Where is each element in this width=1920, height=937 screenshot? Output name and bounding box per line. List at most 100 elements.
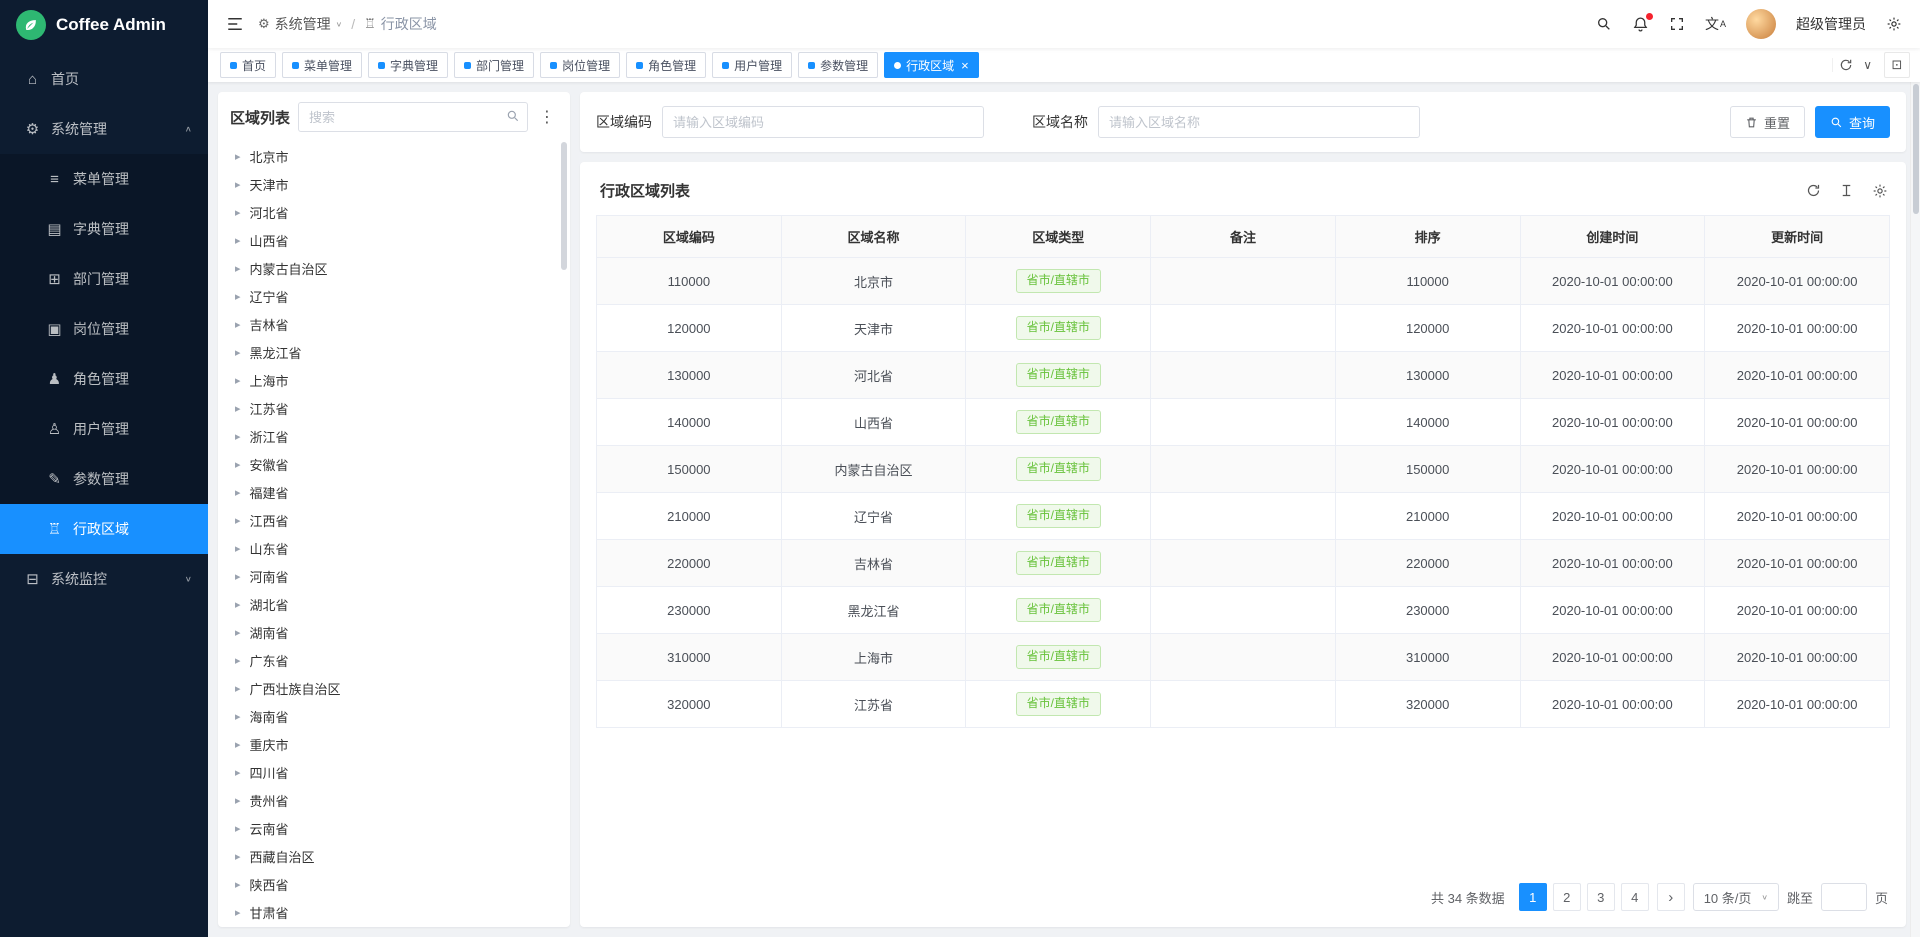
sidebar-item[interactable]: ⚙ 系统管理 ∧ — [0, 104, 208, 154]
sidebar-collapse-icon[interactable] — [226, 15, 244, 33]
tree-node[interactable]: ▸ 吉林省 — [218, 310, 570, 338]
page-scrollbar[interactable] — [1910, 82, 1920, 937]
table-row[interactable]: 150000 内蒙古自治区 省市/直辖市 150000 2020-10-01 0… — [597, 446, 1890, 493]
chevron-down-icon[interactable]: ∨ — [1863, 58, 1872, 72]
tree-node[interactable]: ▸ 河南省 — [218, 562, 570, 590]
caret-right-icon[interactable]: ▸ — [235, 178, 241, 191]
tree-node[interactable]: ▸ 浙江省 — [218, 422, 570, 450]
reset-button[interactable]: 重置 — [1730, 106, 1805, 138]
breadcrumb-item-system[interactable]: ⚙ 系统管理 ∨ — [258, 14, 342, 34]
scrollbar-thumb[interactable] — [1913, 84, 1919, 214]
tree-node[interactable]: ▸ 云南省 — [218, 814, 570, 842]
tree-node[interactable]: ▸ 江苏省 — [218, 394, 570, 422]
tree-node[interactable]: ▸ 广东省 — [218, 646, 570, 674]
table-row[interactable]: 310000 上海市 省市/直辖市 310000 2020-10-01 00:0… — [597, 634, 1890, 681]
username[interactable]: 超级管理员 — [1796, 14, 1866, 34]
sidebar-item[interactable]: ⊟ 系统监控 ∨ — [0, 554, 208, 604]
caret-right-icon[interactable]: ▸ — [235, 850, 241, 863]
caret-right-icon[interactable]: ▸ — [235, 794, 241, 807]
table-row[interactable]: 120000 天津市 省市/直辖市 120000 2020-10-01 00:0… — [597, 305, 1890, 352]
tree-node[interactable]: ▸ 福建省 — [218, 478, 570, 506]
tree-node[interactable]: ▸ 海南省 — [218, 702, 570, 730]
caret-right-icon[interactable]: ▸ — [235, 150, 241, 163]
caret-right-icon[interactable]: ▸ — [235, 710, 241, 723]
search-icon[interactable] — [1596, 16, 1612, 32]
tab[interactable]: 岗位管理 — [540, 52, 620, 78]
caret-right-icon[interactable]: ▸ — [235, 402, 241, 415]
refresh-icon[interactable] — [1839, 58, 1853, 72]
sidebar-item[interactable]: ♖ 行政区域 — [0, 504, 208, 554]
jump-page-input[interactable] — [1821, 883, 1867, 911]
tree-node[interactable]: ▸ 山东省 — [218, 534, 570, 562]
tree-node[interactable]: ▸ 甘肃省 — [218, 898, 570, 926]
tree-node[interactable]: ▸ 广西壮族自治区 — [218, 674, 570, 702]
region-code-input[interactable] — [662, 106, 984, 138]
tab[interactable]: 首页 — [220, 52, 276, 78]
caret-right-icon[interactable]: ▸ — [235, 682, 241, 695]
tab[interactable]: 部门管理 — [454, 52, 534, 78]
tab[interactable]: 字典管理 — [368, 52, 448, 78]
caret-right-icon[interactable]: ▸ — [235, 766, 241, 779]
tree-node[interactable]: ▸ 黑龙江省 — [218, 338, 570, 366]
tree-node[interactable]: ▸ 北京市 — [218, 142, 570, 170]
tree-search-input[interactable] — [298, 102, 528, 132]
caret-right-icon[interactable]: ▸ — [235, 290, 241, 303]
tree-node[interactable]: ▸ 天津市 — [218, 170, 570, 198]
column-settings-icon[interactable] — [1872, 183, 1888, 199]
caret-right-icon[interactable]: ▸ — [235, 346, 241, 359]
caret-right-icon[interactable]: ▸ — [235, 262, 241, 275]
tab[interactable]: 菜单管理 — [282, 52, 362, 78]
next-page-button[interactable]: › — [1657, 883, 1685, 911]
tree-node[interactable]: ▸ 贵州省 — [218, 786, 570, 814]
sidebar-item[interactable]: ▣ 岗位管理 — [0, 304, 208, 354]
sidebar-item[interactable]: ♟ 角色管理 — [0, 354, 208, 404]
tree-node[interactable]: ▸ 内蒙古自治区 — [218, 254, 570, 282]
sidebar-item[interactable]: ≡ 菜单管理 — [0, 154, 208, 204]
tree-node[interactable]: ▸ 江西省 — [218, 506, 570, 534]
caret-right-icon[interactable]: ▸ — [235, 598, 241, 611]
tab[interactable]: 角色管理 — [626, 52, 706, 78]
tab[interactable]: 参数管理 — [798, 52, 878, 78]
tree-node[interactable]: ▸ 河北省 — [218, 198, 570, 226]
tab[interactable]: 行政区域 × — [884, 52, 979, 78]
caret-right-icon[interactable]: ▸ — [235, 318, 241, 331]
caret-right-icon[interactable]: ▸ — [235, 430, 241, 443]
table-row[interactable]: 110000 北京市 省市/直辖市 110000 2020-10-01 00:0… — [597, 258, 1890, 305]
tree-node[interactable]: ▸ 青海省 — [218, 926, 570, 927]
tree-node[interactable]: ▸ 湖南省 — [218, 618, 570, 646]
table-row[interactable]: 130000 河北省 省市/直辖市 130000 2020-10-01 00:0… — [597, 352, 1890, 399]
more-options-icon[interactable]: ⋮ — [536, 107, 558, 127]
table-row[interactable]: 220000 吉林省 省市/直辖市 220000 2020-10-01 00:0… — [597, 540, 1890, 587]
tree-node[interactable]: ▸ 湖北省 — [218, 590, 570, 618]
fullscreen-icon[interactable] — [1669, 16, 1685, 32]
table-row[interactable]: 230000 黑龙江省 省市/直辖市 230000 2020-10-01 00:… — [597, 587, 1890, 634]
page-button[interactable]: 2 — [1553, 883, 1581, 911]
tree-node[interactable]: ▸ 辽宁省 — [218, 282, 570, 310]
sidebar-item[interactable]: ✎ 参数管理 — [0, 454, 208, 504]
tree-node[interactable]: ▸ 重庆市 — [218, 730, 570, 758]
settings-gear-icon[interactable] — [1886, 16, 1902, 32]
translate-icon[interactable]: 文A — [1705, 17, 1726, 31]
close-icon[interactable]: × — [961, 59, 969, 72]
caret-right-icon[interactable]: ▸ — [235, 654, 241, 667]
table-row[interactable]: 210000 辽宁省 省市/直辖市 210000 2020-10-01 00:0… — [597, 493, 1890, 540]
caret-right-icon[interactable]: ▸ — [235, 206, 241, 219]
table-row[interactable]: 320000 江苏省 省市/直辖市 320000 2020-10-01 00:0… — [597, 681, 1890, 728]
caret-right-icon[interactable]: ▸ — [235, 906, 241, 919]
row-height-icon[interactable] — [1839, 183, 1854, 198]
refresh-icon[interactable] — [1806, 183, 1821, 198]
caret-right-icon[interactable]: ▸ — [235, 878, 241, 891]
caret-right-icon[interactable]: ▸ — [235, 738, 241, 751]
tree-node[interactable]: ▸ 陕西省 — [218, 870, 570, 898]
sidebar-item[interactable]: ▤ 字典管理 — [0, 204, 208, 254]
tree-node[interactable]: ▸ 山西省 — [218, 226, 570, 254]
tree-scrollbar[interactable] — [561, 142, 567, 270]
sidebar-item[interactable]: ⌂ 首页 — [0, 54, 208, 104]
avatar[interactable] — [1746, 9, 1776, 39]
search-button[interactable]: 查询 — [1815, 106, 1890, 138]
tree-node[interactable]: ▸ 四川省 — [218, 758, 570, 786]
table-row[interactable]: 140000 山西省 省市/直辖市 140000 2020-10-01 00:0… — [597, 399, 1890, 446]
sidebar-item[interactable]: ⊞ 部门管理 — [0, 254, 208, 304]
layout-icon[interactable]: ⊡ — [1884, 52, 1910, 78]
tab[interactable]: 用户管理 — [712, 52, 792, 78]
